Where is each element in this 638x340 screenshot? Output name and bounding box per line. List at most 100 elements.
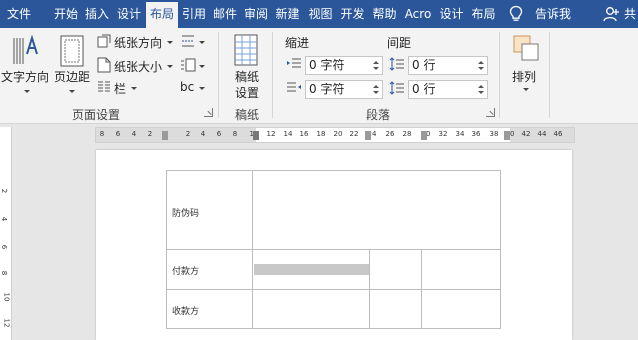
paper-size-icon[interactable] bbox=[97, 57, 111, 73]
ruler-column-marker[interactable] bbox=[162, 131, 168, 140]
text-direction-button[interactable]: 文字方向 bbox=[1, 68, 49, 85]
ruler-column-marker[interactable] bbox=[421, 131, 427, 140]
tab-design[interactable]: 设计 bbox=[114, 0, 144, 28]
group-divider bbox=[499, 32, 500, 118]
spacing-before-input[interactable]: 0 行 bbox=[408, 56, 488, 75]
spin-up-icon[interactable] bbox=[478, 85, 484, 88]
columns-button[interactable]: 栏 bbox=[114, 80, 126, 97]
spacing-title: 间距 bbox=[387, 36, 412, 50]
spacing-after-input[interactable]: 0 行 bbox=[408, 80, 488, 99]
spacing-before-value: 0 行 bbox=[412, 58, 436, 72]
spin-up-icon[interactable] bbox=[373, 61, 379, 64]
page-setup-group-label: 页面设置 bbox=[72, 108, 121, 122]
vertical-ruler[interactable]: 2 4 6 8 10 12 bbox=[0, 127, 12, 340]
tab-references[interactable]: 引用 bbox=[179, 0, 209, 28]
arrange-button[interactable]: 排列 bbox=[512, 68, 536, 85]
indent-right-input[interactable]: 0 字符 bbox=[305, 80, 383, 99]
ruler-tick-label: 18 bbox=[316, 130, 326, 138]
ruler-column-marker[interactable] bbox=[365, 131, 371, 140]
line-numbers-icon[interactable] bbox=[180, 58, 196, 72]
ruler-column-marker[interactable] bbox=[504, 131, 510, 140]
manuscript-button-line1[interactable]: 稿纸 bbox=[235, 68, 259, 85]
share-person-icon[interactable] bbox=[603, 6, 621, 22]
shaded-input-field[interactable] bbox=[254, 264, 369, 275]
ruler-tick-label: 46 bbox=[553, 130, 563, 138]
ruler-tick-label: 36 bbox=[471, 130, 481, 138]
table-border bbox=[166, 289, 501, 290]
indent-title: 缩进 bbox=[285, 36, 310, 50]
spacing-before-icon bbox=[389, 57, 404, 71]
chevron-down-icon[interactable] bbox=[131, 87, 137, 90]
lightbulb-icon[interactable] bbox=[508, 5, 524, 23]
ruler-tick-label: 2 bbox=[147, 130, 153, 138]
paragraph-group-label: 段落 bbox=[366, 108, 391, 122]
ruler-tick-label: 28 bbox=[402, 130, 412, 138]
orientation-icon[interactable] bbox=[97, 34, 111, 48]
table-border bbox=[252, 170, 253, 329]
group-divider bbox=[218, 32, 219, 118]
horizontal-ruler[interactable]: 8642246810121416182022242628303234363840… bbox=[95, 127, 575, 143]
spacing-after-icon bbox=[389, 81, 404, 95]
chevron-down-icon[interactable] bbox=[523, 88, 529, 91]
table-border bbox=[369, 249, 370, 329]
share-button[interactable]: 共 bbox=[624, 0, 636, 28]
tab-table-design[interactable]: 设计 bbox=[436, 0, 467, 28]
tab-layout[interactable]: 布局 bbox=[146, 2, 178, 28]
tab-view[interactable]: 视图 bbox=[305, 0, 336, 28]
vertical-ruler-tick-label: 8 bbox=[0, 270, 9, 276]
tab-review[interactable]: 审阅 bbox=[241, 0, 271, 28]
ruler-left-indent-marker[interactable] bbox=[253, 131, 259, 140]
chevron-down-icon[interactable] bbox=[199, 41, 205, 44]
document-page[interactable]: 防伪码 付款方 收款方 bbox=[96, 150, 572, 340]
tab-mailings[interactable]: 邮件 bbox=[210, 0, 240, 28]
orientation-button[interactable]: 纸张方向 bbox=[114, 34, 162, 51]
table-border bbox=[166, 328, 501, 329]
chevron-down-icon[interactable] bbox=[69, 90, 75, 93]
chevron-down-icon[interactable] bbox=[24, 90, 30, 93]
tab-help[interactable]: 帮助 bbox=[369, 0, 400, 28]
spin-down-icon[interactable] bbox=[373, 91, 379, 94]
page-setup-dialog-launcher[interactable] bbox=[204, 108, 213, 117]
tab-file[interactable]: 文件 bbox=[2, 0, 36, 28]
table-border bbox=[166, 170, 501, 171]
chevron-down-icon[interactable] bbox=[199, 65, 205, 68]
spin-down-icon[interactable] bbox=[478, 67, 484, 70]
breaks-icon[interactable] bbox=[180, 34, 196, 48]
table-border bbox=[421, 249, 422, 329]
arrange-icon[interactable] bbox=[512, 34, 540, 64]
hyphenation-button[interactable]: bc bbox=[180, 80, 194, 94]
manuscript-icon[interactable] bbox=[233, 34, 259, 66]
paper-size-button[interactable]: 纸张大小 bbox=[114, 58, 162, 75]
spin-up-icon[interactable] bbox=[478, 61, 484, 64]
table-cell-payer-label[interactable]: 付款方 bbox=[172, 264, 199, 277]
chevron-down-icon[interactable] bbox=[167, 65, 173, 68]
tab-new[interactable]: 新建 bbox=[272, 0, 303, 28]
table-border bbox=[500, 170, 501, 329]
vertical-ruler-tick-label: 4 bbox=[0, 216, 9, 222]
ribbon-tab-bar: 文件 开始 插入 设计 布局 引用 邮件 审阅 新建 视图 开发 帮助 Acro… bbox=[0, 0, 638, 28]
tab-table-layout[interactable]: 布局 bbox=[468, 0, 499, 28]
spin-down-icon[interactable] bbox=[373, 67, 379, 70]
manuscript-button-line2[interactable]: 设置 bbox=[235, 84, 259, 101]
chevron-down-icon[interactable] bbox=[167, 41, 173, 44]
indent-left-value: 0 字符 bbox=[309, 58, 345, 72]
paragraph-dialog-launcher[interactable] bbox=[486, 108, 495, 117]
text-direction-icon[interactable] bbox=[10, 34, 42, 68]
tab-acrobat[interactable]: Acro bbox=[401, 0, 435, 28]
tab-home[interactable]: 开始 bbox=[51, 0, 81, 28]
ruler-tick-label: 12 bbox=[266, 130, 276, 138]
columns-icon[interactable] bbox=[97, 80, 111, 94]
chevron-down-icon[interactable] bbox=[199, 87, 205, 90]
margins-icon[interactable] bbox=[58, 34, 86, 68]
ruler-tick-label: 8 bbox=[232, 130, 238, 138]
table-cell-anticounterfeit-label[interactable]: 防伪码 bbox=[172, 206, 199, 219]
spin-up-icon[interactable] bbox=[373, 85, 379, 88]
tab-developer[interactable]: 开发 bbox=[337, 0, 368, 28]
tell-me-search[interactable]: 告诉我 bbox=[535, 0, 571, 28]
margins-button[interactable]: 页边距 bbox=[54, 68, 90, 85]
vertical-ruler-tick-label: 2 bbox=[0, 188, 9, 194]
indent-left-input[interactable]: 0 字符 bbox=[305, 56, 383, 75]
table-cell-payee-label[interactable]: 收款方 bbox=[172, 304, 199, 317]
tab-insert[interactable]: 插入 bbox=[82, 0, 112, 28]
spin-down-icon[interactable] bbox=[478, 91, 484, 94]
